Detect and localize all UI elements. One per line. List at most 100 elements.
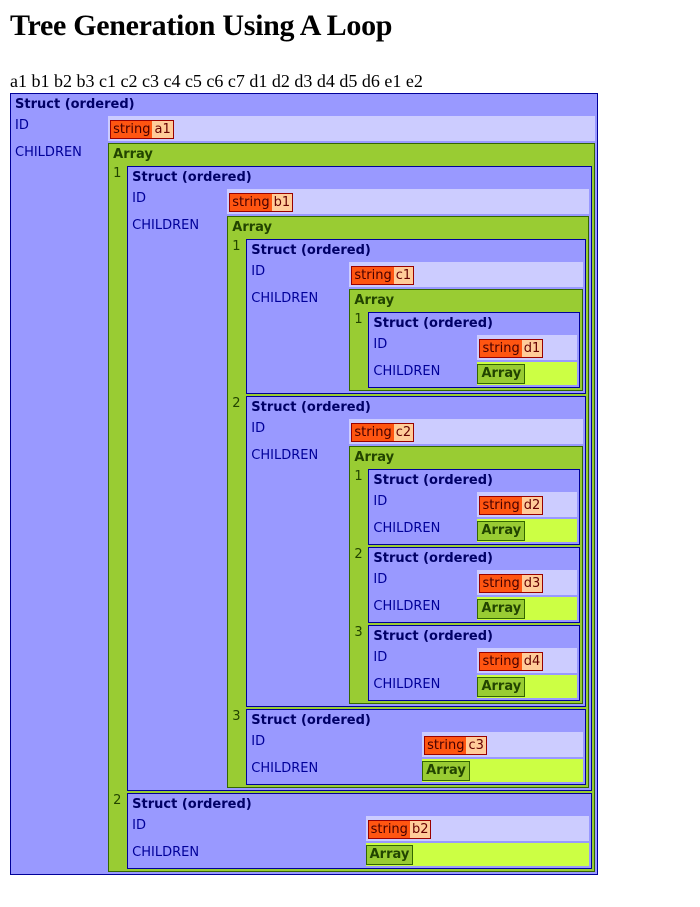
children-key: CHILDREN [249, 759, 421, 782]
struct-header: Struct (ordered) [371, 472, 577, 490]
id-key: ID [371, 648, 476, 673]
string-type-label: string [352, 267, 394, 284]
string-text: c2 [393, 424, 414, 441]
string-value: string d2 [479, 496, 544, 515]
array-index: 3 [352, 625, 367, 701]
string-type-label: string [352, 424, 394, 441]
string-text: d3 [521, 575, 543, 592]
string-type-label: string [425, 737, 467, 754]
id-value: string c3 [422, 732, 583, 757]
struct-table: Struct (ordered) ID string b1 CHILDREN Array 1… [127, 166, 592, 791]
id-key: ID [130, 189, 226, 214]
id-key: ID [371, 492, 476, 517]
array-table: Array 1 Struct (ordered) ID string d2 CHILDREN… [349, 446, 583, 704]
id-value: string d1 [477, 335, 577, 360]
array-header: Array [352, 449, 580, 467]
children-key: CHILDREN [371, 519, 476, 542]
string-text: c1 [393, 267, 414, 284]
string-text: b2 [409, 821, 431, 838]
array-header: Array [230, 219, 586, 237]
array-index: 2 [111, 793, 126, 869]
empty-array: Array [422, 761, 470, 781]
string-text: b1 [271, 194, 293, 211]
children-key: CHILDREN [13, 143, 107, 872]
array-item: Struct (ordered) ID string c1 CHILDREN Array 1… [246, 239, 586, 394]
string-value: string b2 [367, 820, 432, 839]
string-type-label: string [230, 194, 272, 211]
array-table: Array 1 Struct (ordered) ID string c1 CHILDREN… [227, 216, 589, 788]
string-value: string c1 [351, 266, 415, 285]
string-value: string d4 [479, 652, 544, 671]
struct-table: Struct (ordered) ID string c2 CHILDREN Array 1… [246, 396, 586, 707]
string-text: d2 [521, 497, 543, 514]
array-table: Array 1 Struct (ordered) ID string b1 CHILDREN… [108, 143, 595, 872]
array-item: Struct (ordered) ID string d4 CHILDREN Array [368, 625, 580, 701]
empty-array: Array [477, 599, 526, 619]
id-key: ID [371, 335, 476, 360]
empty-array: Array [477, 364, 526, 384]
id-value: string d2 [477, 492, 577, 517]
children-key: CHILDREN [249, 446, 348, 704]
children-key: CHILDREN [130, 216, 226, 788]
id-key: ID [371, 570, 476, 595]
string-type-label: string [111, 121, 153, 138]
id-value: string d4 [477, 648, 577, 673]
children-value: Array [477, 362, 577, 385]
struct-table: Struct (ordered) ID string b2 CHILDREN Array [127, 793, 592, 869]
string-text: d1 [521, 340, 543, 357]
array-index: 1 [352, 469, 367, 545]
children-value: Array [477, 675, 577, 698]
string-type-label: string [480, 653, 522, 670]
root-struct: Struct (ordered) ID string a1 CHILDREN Array 1… [10, 93, 598, 875]
children-value: Array [477, 519, 577, 542]
children-value: Array [422, 759, 583, 782]
array-item: Struct (ordered) ID string b1 CHILDREN Array 1… [127, 166, 592, 791]
struct-header: Struct (ordered) [130, 169, 589, 187]
page-title: Tree Generation Using A Loop [10, 9, 393, 42]
struct-table: Struct (ordered) ID string c1 CHILDREN Array 1… [246, 239, 586, 394]
id-key: ID [130, 816, 364, 841]
id-key: ID [249, 732, 421, 757]
struct-header: Struct (ordered) [371, 315, 577, 333]
children-key: CHILDREN [371, 597, 476, 620]
struct-table: Struct (ordered) ID string d1 CHILDREN Array [368, 312, 580, 388]
string-value: string d3 [479, 574, 544, 593]
string-value: string c2 [351, 423, 415, 442]
id-value: string c1 [349, 262, 583, 287]
tree-dump: Struct (ordered) ID string a1 CHILDREN Array 1… [10, 93, 598, 875]
empty-array: Array [477, 521, 526, 541]
string-type-label: string [480, 497, 522, 514]
struct-table: Struct (ordered) ID string c3 CHILDREN Array [246, 709, 586, 785]
struct-header: Struct (ordered) [130, 796, 589, 814]
array-index: 3 [230, 709, 245, 785]
array-item: Struct (ordered) ID string d1 CHILDREN Array [368, 312, 580, 388]
empty-array: Array [477, 677, 526, 697]
struct-header: Struct (ordered) [249, 399, 583, 417]
id-value: string a1 [108, 116, 595, 141]
string-value: string c3 [424, 736, 487, 755]
array-item: Struct (ordered) ID string c2 CHILDREN Array 1… [246, 396, 586, 707]
array-header: Array [352, 292, 580, 310]
string-value: string d1 [479, 339, 544, 358]
struct-header: Struct (ordered) [371, 628, 577, 646]
struct-table: Struct (ordered) ID string d3 CHILDREN Array [368, 547, 580, 623]
id-key: ID [13, 116, 107, 141]
id-value: string b2 [365, 816, 589, 841]
string-type-label: string [480, 575, 522, 592]
array-index: 2 [230, 396, 245, 707]
array-item: Struct (ordered) ID string b2 CHILDREN Array [127, 793, 592, 869]
children-value: Array 1 Struct (ordered) ID string d2 CHILDREN… [349, 446, 583, 704]
string-text: a1 [152, 121, 173, 138]
children-key: CHILDREN [371, 675, 476, 698]
array-index: 1 [352, 312, 367, 388]
children-value: Array [365, 843, 589, 866]
string-type-label: string [368, 821, 410, 838]
children-value: Array [477, 597, 577, 620]
id-value: string d3 [477, 570, 577, 595]
children-value: Array 1 Struct (ordered) ID string c1 CHILDREN… [227, 216, 589, 788]
array-item: Struct (ordered) ID string c3 CHILDREN Array [246, 709, 586, 785]
children-key: CHILDREN [371, 362, 476, 385]
id-value: string b1 [227, 189, 589, 214]
struct-header: Struct (ordered) [13, 96, 595, 114]
string-text: d4 [521, 653, 543, 670]
